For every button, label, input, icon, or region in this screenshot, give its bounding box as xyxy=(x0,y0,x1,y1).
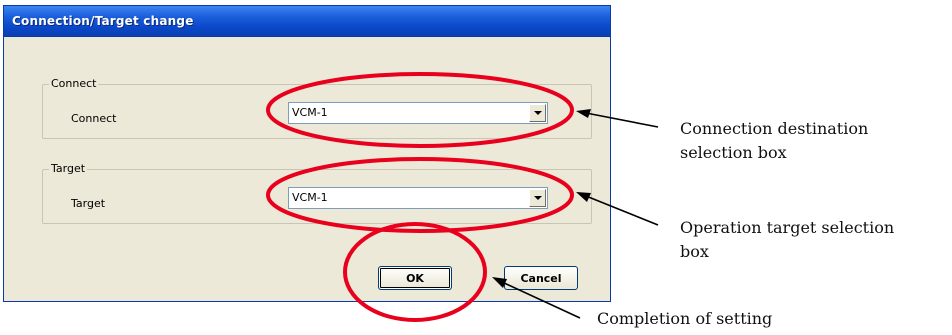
annotation-connection-line1: Connection destination xyxy=(680,119,869,138)
highlight-ellipse-ok xyxy=(343,222,487,322)
annotation-overlay xyxy=(266,72,659,322)
arrow-connect xyxy=(576,109,659,128)
annotation-connection-line2: selection box xyxy=(680,143,787,162)
annotation-target-line2: box xyxy=(680,242,709,261)
annotation-completion: Completion of setting xyxy=(597,309,773,328)
arrow-completion xyxy=(492,277,581,319)
annotation-target: Operation target selection box xyxy=(680,216,894,264)
annotation-target-line1: Operation target selection xyxy=(680,218,895,237)
highlight-ellipse-connect xyxy=(266,72,574,148)
arrow-target xyxy=(576,192,659,226)
highlight-ellipse-target xyxy=(266,157,574,233)
annotation-connection: Connection destination selection box xyxy=(680,117,868,165)
